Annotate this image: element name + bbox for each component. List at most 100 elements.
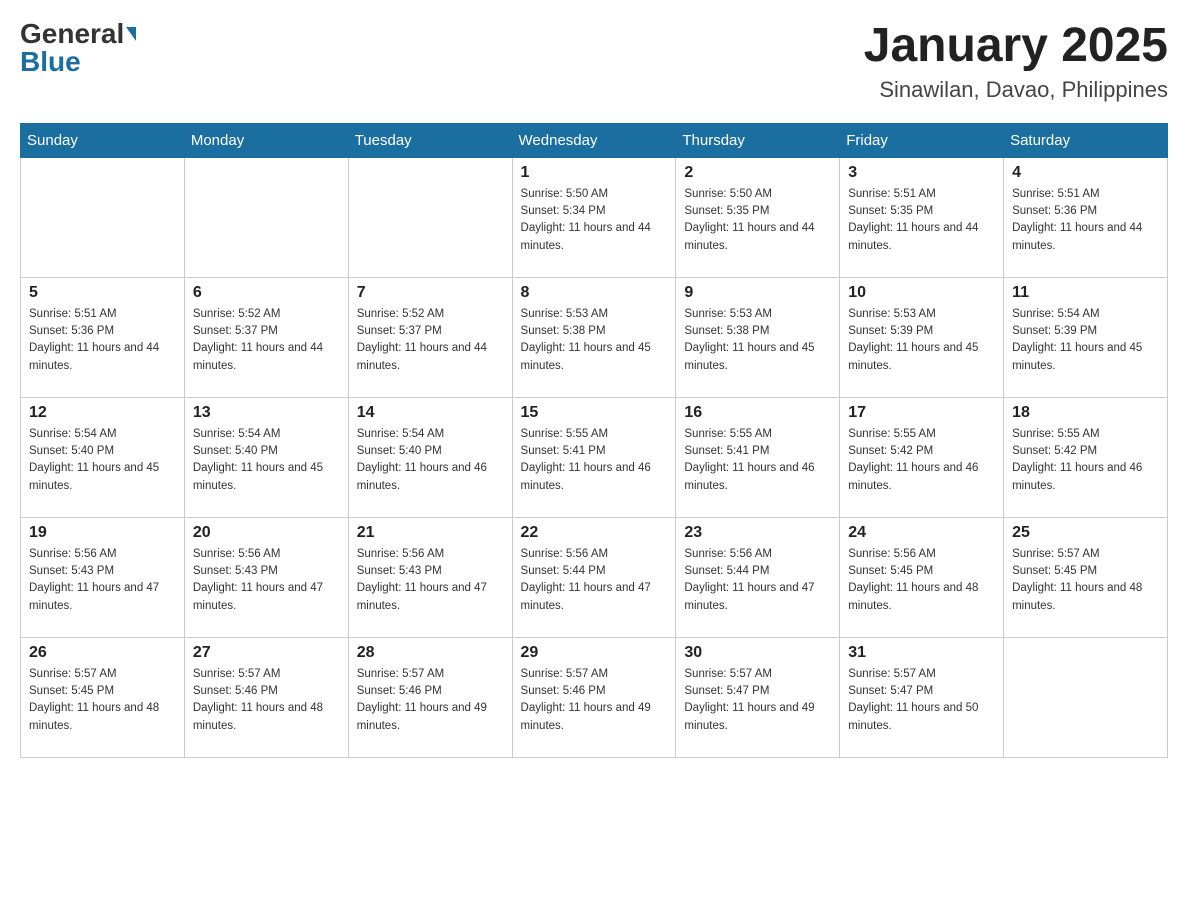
day-info: Sunrise: 5:57 AMSunset: 5:46 PMDaylight:… bbox=[521, 666, 668, 735]
day-number: 26 bbox=[29, 644, 176, 662]
calendar-cell: 23Sunrise: 5:56 AMSunset: 5:44 PMDayligh… bbox=[676, 517, 840, 637]
logo-triangle-icon bbox=[126, 27, 136, 41]
day-number: 29 bbox=[521, 644, 668, 662]
logo-general-text: General bbox=[20, 20, 124, 48]
calendar-cell: 17 Sunrise: 5:55 AMSunset: 5:42 PMDayligh… bbox=[840, 397, 1004, 517]
day-info: Sunrise: 5:57 AMSunset: 5:45 PMDaylight:… bbox=[1012, 546, 1159, 615]
day-info: Sunrise: 5:54 AMSunset: 5:39 PMDaylight:… bbox=[1012, 306, 1159, 375]
day-info: Sunrise: 5:54 AMSunset: 5:40 PMDaylight:… bbox=[29, 426, 176, 495]
day-number: 15 bbox=[521, 404, 668, 422]
calendar-cell: 13 Sunrise: 5:54 AMSunset: 5:40 PMDayligh… bbox=[184, 397, 348, 517]
day-number: 5 bbox=[29, 284, 176, 302]
day-number: 7 bbox=[357, 284, 504, 302]
calendar-cell: 26 Sunrise: 5:57 AMSunset: 5:45 PMDayligh… bbox=[21, 637, 185, 757]
day-info: Sunrise: 5:54 AMSunset: 5:40 PMDaylight:… bbox=[193, 426, 340, 495]
day-info: Sunrise: 5:50 AMSunset: 5:35 PMDaylight:… bbox=[684, 186, 831, 255]
calendar-week-row: 19 Sunrise: 5:56 AMSunset: 5:43 PMDayligh… bbox=[21, 517, 1168, 637]
day-info: Sunrise: 5:57 AMSunset: 5:46 PMDaylight:… bbox=[357, 666, 504, 735]
day-info: Sunrise: 5:57 AMSunset: 5:47 PMDaylight:… bbox=[684, 666, 831, 735]
day-number: 14 bbox=[357, 404, 504, 422]
calendar-cell: 3 Sunrise: 5:51 AMSunset: 5:35 PMDaylight… bbox=[840, 157, 1004, 277]
day-number: 20 bbox=[193, 524, 340, 542]
day-number: 24 bbox=[848, 524, 995, 542]
day-number: 27 bbox=[193, 644, 340, 662]
day-number: 16 bbox=[684, 404, 831, 422]
day-info: Sunrise: 5:56 AMSunset: 5:44 PMDaylight:… bbox=[521, 546, 668, 615]
title-section: January 2025 Sinawilan, Davao, Philippin… bbox=[864, 20, 1168, 103]
calendar-header-thursday: Thursday bbox=[676, 123, 840, 157]
calendar-cell: 19 Sunrise: 5:56 AMSunset: 5:43 PMDayligh… bbox=[21, 517, 185, 637]
day-info: Sunrise: 5:54 AMSunset: 5:40 PMDaylight:… bbox=[357, 426, 504, 495]
calendar-cell bbox=[1004, 637, 1168, 757]
day-number: 17 bbox=[848, 404, 995, 422]
calendar-cell: 22 Sunrise: 5:56 AMSunset: 5:44 PMDayligh… bbox=[512, 517, 676, 637]
day-number: 4 bbox=[1012, 164, 1159, 182]
calendar-week-row: 26 Sunrise: 5:57 AMSunset: 5:45 PMDayligh… bbox=[21, 637, 1168, 757]
day-info: Sunrise: 5:55 AMSunset: 5:42 PMDaylight:… bbox=[1012, 426, 1159, 495]
day-number: 19 bbox=[29, 524, 176, 542]
day-number: 8 bbox=[521, 284, 668, 302]
day-info: Sunrise: 5:51 AMSunset: 5:36 PMDaylight:… bbox=[1012, 186, 1159, 255]
day-number: 9 bbox=[684, 284, 831, 302]
day-info: Sunrise: 5:50 AMSunset: 5:34 PMDaylight:… bbox=[521, 186, 668, 255]
day-number: 25 bbox=[1012, 524, 1159, 542]
calendar-header-saturday: Saturday bbox=[1004, 123, 1168, 157]
day-number: 1 bbox=[521, 164, 668, 182]
day-info: Sunrise: 5:52 AMSunset: 5:37 PMDaylight:… bbox=[193, 306, 340, 375]
day-number: 11 bbox=[1012, 284, 1159, 302]
day-info: Sunrise: 5:55 AMSunset: 5:42 PMDaylight:… bbox=[848, 426, 995, 495]
calendar-week-row: 1 Sunrise: 5:50 AMSunset: 5:34 PMDaylight… bbox=[21, 157, 1168, 277]
day-info: Sunrise: 5:56 AMSunset: 5:45 PMDaylight:… bbox=[848, 546, 995, 615]
day-number: 22 bbox=[521, 524, 668, 542]
day-info: Sunrise: 5:51 AMSunset: 5:36 PMDaylight:… bbox=[29, 306, 176, 375]
logo: General Blue bbox=[20, 20, 136, 76]
day-number: 21 bbox=[357, 524, 504, 542]
day-info: Sunrise: 5:57 AMSunset: 5:46 PMDaylight:… bbox=[193, 666, 340, 735]
day-info: Sunrise: 5:56 AMSunset: 5:43 PMDaylight:… bbox=[29, 546, 176, 615]
day-info: Sunrise: 5:51 AMSunset: 5:35 PMDaylight:… bbox=[848, 186, 995, 255]
calendar-cell: 20 Sunrise: 5:56 AMSunset: 5:43 PMDayligh… bbox=[184, 517, 348, 637]
day-number: 28 bbox=[357, 644, 504, 662]
day-number: 30 bbox=[684, 644, 831, 662]
logo-blue-text: Blue bbox=[20, 48, 81, 76]
day-info: Sunrise: 5:57 AMSunset: 5:47 PMDaylight:… bbox=[848, 666, 995, 735]
calendar-cell: 30 Sunrise: 5:57 AMSunset: 5:47 PMDayligh… bbox=[676, 637, 840, 757]
day-number: 31 bbox=[848, 644, 995, 662]
day-number: 18 bbox=[1012, 404, 1159, 422]
calendar-table: SundayMondayTuesdayWednesdayThursdayFrid… bbox=[20, 123, 1168, 758]
location-title: Sinawilan, Davao, Philippines bbox=[864, 77, 1168, 103]
calendar-cell: 9 Sunrise: 5:53 AMSunset: 5:38 PMDaylight… bbox=[676, 277, 840, 397]
calendar-header-tuesday: Tuesday bbox=[348, 123, 512, 157]
calendar-week-row: 12 Sunrise: 5:54 AMSunset: 5:40 PMDayligh… bbox=[21, 397, 1168, 517]
calendar-cell: 14 Sunrise: 5:54 AMSunset: 5:40 PMDayligh… bbox=[348, 397, 512, 517]
calendar-header-sunday: Sunday bbox=[21, 123, 185, 157]
calendar-cell: 16Sunrise: 5:55 AMSunset: 5:41 PMDayligh… bbox=[676, 397, 840, 517]
day-info: Sunrise: 5:56 AMSunset: 5:43 PMDaylight:… bbox=[193, 546, 340, 615]
day-info: Sunrise: 5:52 AMSunset: 5:37 PMDaylight:… bbox=[357, 306, 504, 375]
day-number: 10 bbox=[848, 284, 995, 302]
calendar-cell: 27 Sunrise: 5:57 AMSunset: 5:46 PMDayligh… bbox=[184, 637, 348, 757]
day-info: Sunrise: 5:53 AMSunset: 5:38 PMDaylight:… bbox=[521, 306, 668, 375]
calendar-cell: 7 Sunrise: 5:52 AMSunset: 5:37 PMDaylight… bbox=[348, 277, 512, 397]
calendar-cell: 24 Sunrise: 5:56 AMSunset: 5:45 PMDayligh… bbox=[840, 517, 1004, 637]
day-number: 12 bbox=[29, 404, 176, 422]
day-info: Sunrise: 5:57 AMSunset: 5:45 PMDaylight:… bbox=[29, 666, 176, 735]
calendar-week-row: 5 Sunrise: 5:51 AMSunset: 5:36 PMDaylight… bbox=[21, 277, 1168, 397]
calendar-cell: 31 Sunrise: 5:57 AMSunset: 5:47 PMDayligh… bbox=[840, 637, 1004, 757]
day-info: Sunrise: 5:56 AMSunset: 5:43 PMDaylight:… bbox=[357, 546, 504, 615]
calendar-cell: 21 Sunrise: 5:56 AMSunset: 5:43 PMDayligh… bbox=[348, 517, 512, 637]
calendar-cell: 6 Sunrise: 5:52 AMSunset: 5:37 PMDaylight… bbox=[184, 277, 348, 397]
calendar-cell: 29 Sunrise: 5:57 AMSunset: 5:46 PMDayligh… bbox=[512, 637, 676, 757]
day-info: Sunrise: 5:53 AMSunset: 5:39 PMDaylight:… bbox=[848, 306, 995, 375]
calendar-cell: 5 Sunrise: 5:51 AMSunset: 5:36 PMDaylight… bbox=[21, 277, 185, 397]
day-number: 6 bbox=[193, 284, 340, 302]
calendar-cell: 12 Sunrise: 5:54 AMSunset: 5:40 PMDayligh… bbox=[21, 397, 185, 517]
day-number: 3 bbox=[848, 164, 995, 182]
day-number: 13 bbox=[193, 404, 340, 422]
calendar-cell: 2Sunrise: 5:50 AMSunset: 5:35 PMDaylight… bbox=[676, 157, 840, 277]
day-info: Sunrise: 5:53 AMSunset: 5:38 PMDaylight:… bbox=[684, 306, 831, 375]
calendar-cell bbox=[348, 157, 512, 277]
calendar-cell: 4 Sunrise: 5:51 AMSunset: 5:36 PMDaylight… bbox=[1004, 157, 1168, 277]
calendar-cell bbox=[21, 157, 185, 277]
day-number: 23 bbox=[684, 524, 831, 542]
